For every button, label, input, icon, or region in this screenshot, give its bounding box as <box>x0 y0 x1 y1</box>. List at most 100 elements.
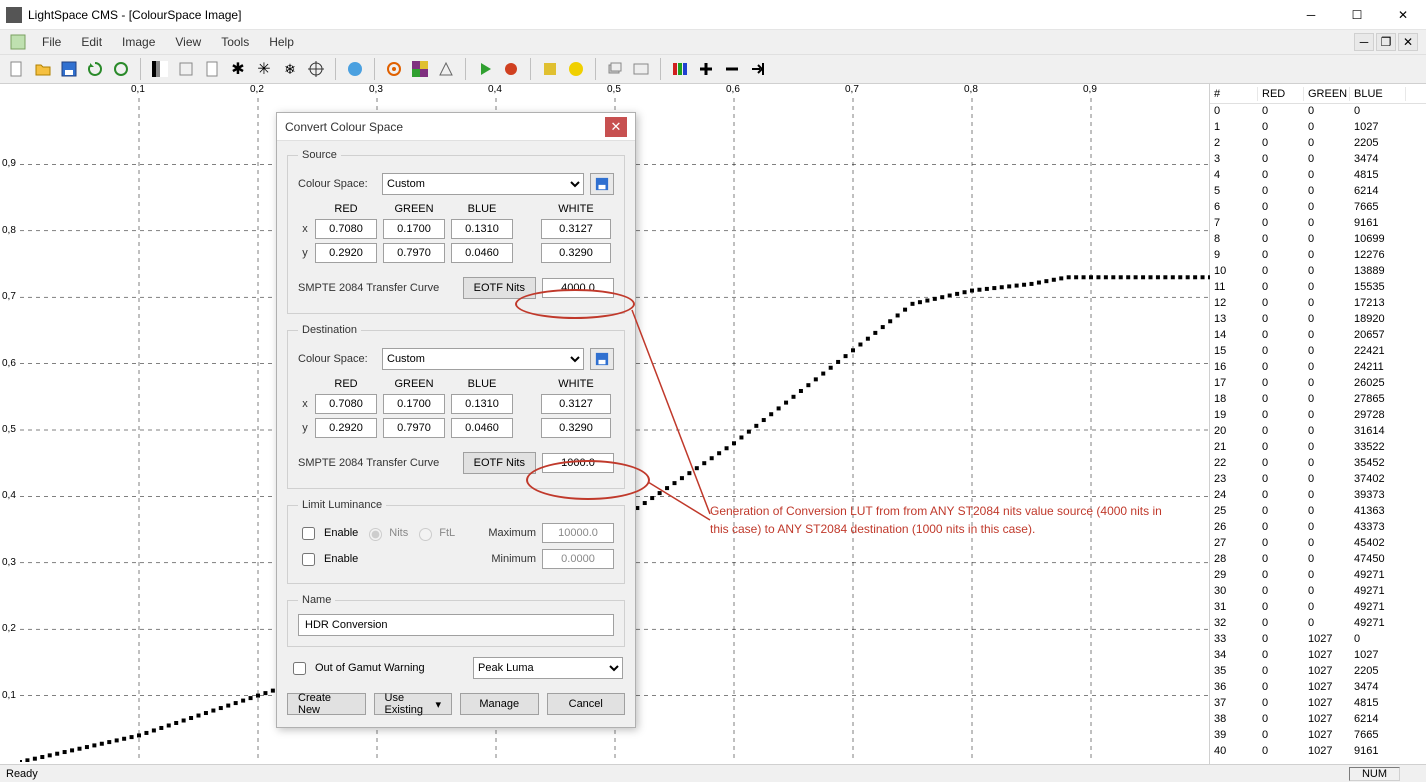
table-row[interactable]: 80010699 <box>1210 232 1426 248</box>
plus-icon[interactable] <box>695 58 717 80</box>
convert-icon[interactable] <box>539 58 561 80</box>
dst-x-white[interactable] <box>541 394 611 414</box>
dst-y-red[interactable] <box>315 418 377 438</box>
table-row[interactable]: 7009161 <box>1210 216 1426 232</box>
limit-max-enable[interactable]: Enable <box>298 524 358 543</box>
crosshair-icon[interactable] <box>305 58 327 80</box>
table-row[interactable]: 260043373 <box>1210 520 1426 536</box>
menu-view[interactable]: View <box>165 33 211 51</box>
table-row[interactable]: 200031614 <box>1210 424 1426 440</box>
table-row[interactable]: 160024211 <box>1210 360 1426 376</box>
table-row[interactable]: 230037402 <box>1210 472 1426 488</box>
table-row[interactable]: 220035452 <box>1210 456 1426 472</box>
dst-x-green[interactable] <box>383 394 445 414</box>
table-row[interactable]: 310049271 <box>1210 600 1426 616</box>
src-x-white[interactable] <box>541 219 611 239</box>
table-row[interactable]: 270045402 <box>1210 536 1426 552</box>
dest-cs-select[interactable]: Custom <box>382 348 584 370</box>
cycle-icon[interactable] <box>110 58 132 80</box>
stack-icon[interactable] <box>630 58 652 80</box>
src-y-blue[interactable] <box>451 243 513 263</box>
table-row[interactable]: 120017213 <box>1210 296 1426 312</box>
table-row[interactable]: 38010276214 <box>1210 712 1426 728</box>
maximize-button[interactable]: ☐ <box>1334 0 1380 30</box>
limit-min-enable[interactable]: Enable <box>298 550 358 569</box>
dialog-close-button[interactable]: ✕ <box>605 117 627 137</box>
table-row[interactable]: 35010272205 <box>1210 664 1426 680</box>
table-row[interactable]: 100013889 <box>1210 264 1426 280</box>
table-row[interactable]: 320049271 <box>1210 616 1426 632</box>
asterisk-icon[interactable]: ✱ <box>227 58 249 80</box>
mdi-minimize-button[interactable]: ─ <box>1354 33 1374 51</box>
dst-y-white[interactable] <box>541 418 611 438</box>
table-row[interactable]: 110015535 <box>1210 280 1426 296</box>
dst-y-green[interactable] <box>383 418 445 438</box>
manage-button[interactable]: Manage <box>460 693 539 715</box>
menu-file[interactable]: File <box>32 33 71 51</box>
table-row[interactable]: 5006214 <box>1210 184 1426 200</box>
table-row[interactable]: 1001027 <box>1210 120 1426 136</box>
dst-y-blue[interactable] <box>451 418 513 438</box>
table-row[interactable]: 190029728 <box>1210 408 1426 424</box>
document-icon[interactable] <box>201 58 223 80</box>
table-row[interactable]: 180027865 <box>1210 392 1426 408</box>
use-existing-button[interactable]: Use Existing▾ <box>374 693 453 715</box>
table-row[interactable]: 37010274815 <box>1210 696 1426 712</box>
new-file-icon[interactable] <box>6 58 28 80</box>
col-red[interactable]: RED <box>1258 87 1304 101</box>
table-row[interactable]: 150022421 <box>1210 344 1426 360</box>
play-icon[interactable] <box>474 58 496 80</box>
name-input[interactable] <box>298 614 614 636</box>
menu-edit[interactable]: Edit <box>71 33 112 51</box>
menu-help[interactable]: Help <box>259 33 304 51</box>
burst-icon[interactable]: ✳ <box>253 58 275 80</box>
rgb-bars-icon[interactable] <box>669 58 691 80</box>
mdi-restore-button[interactable]: ❐ <box>1376 33 1396 51</box>
table-row[interactable]: 40010279161 <box>1210 744 1426 760</box>
radiation-icon[interactable] <box>565 58 587 80</box>
table-row[interactable]: 210033522 <box>1210 440 1426 456</box>
src-y-green[interactable] <box>383 243 445 263</box>
cancel-button[interactable]: Cancel <box>547 693 626 715</box>
cube-icon[interactable] <box>175 58 197 80</box>
table-body[interactable]: 0000100102720022053003474400481550062146… <box>1210 104 1426 764</box>
table-row[interactable]: 290049271 <box>1210 568 1426 584</box>
create-new-button[interactable]: Create New <box>287 693 366 715</box>
layers-icon[interactable] <box>604 58 626 80</box>
dst-eotf-button[interactable]: EOTF Nits <box>463 452 536 474</box>
refresh-icon[interactable] <box>84 58 106 80</box>
table-row[interactable]: 36010273474 <box>1210 680 1426 696</box>
table-row[interactable]: 4004815 <box>1210 168 1426 184</box>
src-y-red[interactable] <box>315 243 377 263</box>
open-file-icon[interactable] <box>32 58 54 80</box>
dst-x-red[interactable] <box>315 394 377 414</box>
save-file-icon[interactable] <box>58 58 80 80</box>
table-row[interactable]: 2002205 <box>1210 136 1426 152</box>
table-row[interactable]: 280047450 <box>1210 552 1426 568</box>
record-icon[interactable] <box>500 58 522 80</box>
export-icon[interactable] <box>747 58 769 80</box>
menu-image[interactable]: Image <box>112 33 165 51</box>
table-row[interactable]: 3003474 <box>1210 152 1426 168</box>
grid-icon[interactable] <box>409 58 431 80</box>
minus-icon[interactable] <box>721 58 743 80</box>
table-row[interactable]: 33010270 <box>1210 632 1426 648</box>
snowflake-icon[interactable]: ❄ <box>279 58 301 80</box>
oog-mode-select[interactable]: Peak Luma <box>473 657 623 679</box>
dst-x-blue[interactable] <box>451 394 513 414</box>
table-row[interactable]: 300049271 <box>1210 584 1426 600</box>
table-row[interactable]: 130018920 <box>1210 312 1426 328</box>
source-save-button[interactable] <box>590 173 614 195</box>
dest-save-button[interactable] <box>590 348 614 370</box>
table-row[interactable]: 240039373 <box>1210 488 1426 504</box>
mdi-close-button[interactable]: ✕ <box>1398 33 1418 51</box>
table-row[interactable]: 250041363 <box>1210 504 1426 520</box>
table-row[interactable]: 170026025 <box>1210 376 1426 392</box>
table-row[interactable]: 140020657 <box>1210 328 1426 344</box>
src-x-blue[interactable] <box>451 219 513 239</box>
src-x-red[interactable] <box>315 219 377 239</box>
menu-tools[interactable]: Tools <box>211 33 259 51</box>
col-blue[interactable]: BLUE <box>1350 87 1406 101</box>
oog-checkbox[interactable]: Out of Gamut Warning <box>289 659 425 678</box>
col-index[interactable]: # <box>1210 87 1258 101</box>
